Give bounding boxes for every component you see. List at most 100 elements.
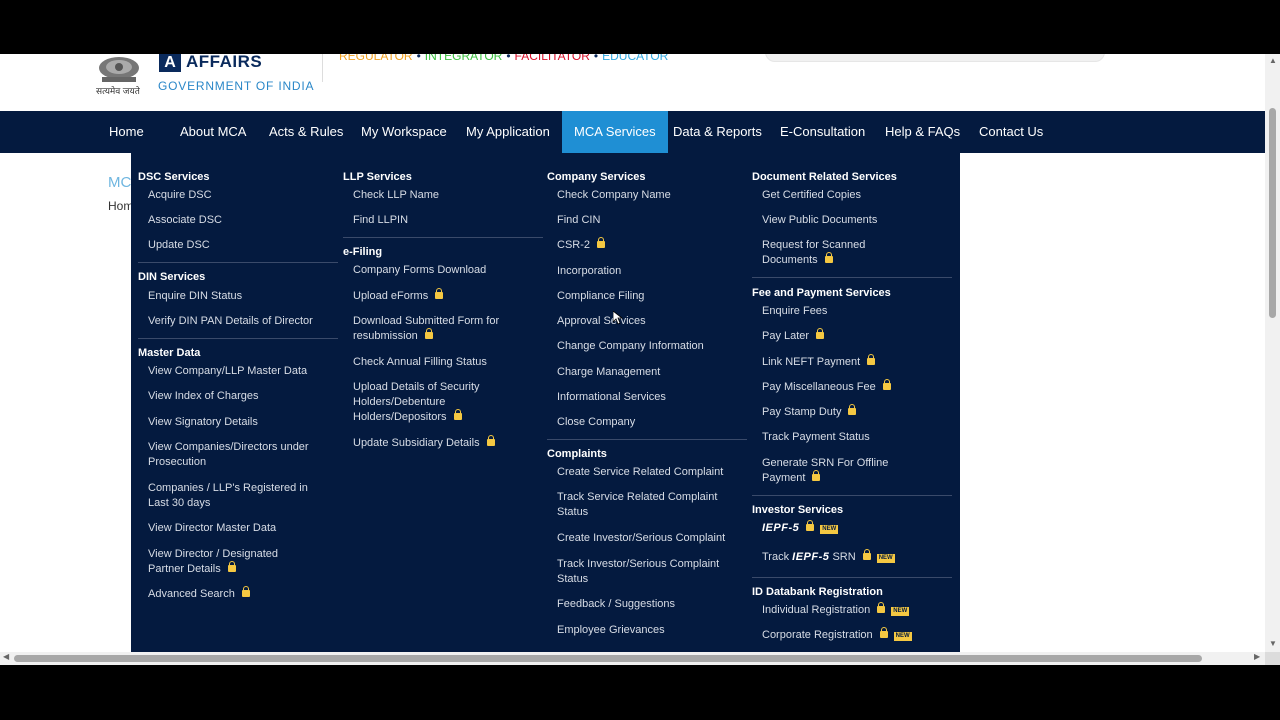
menu-check-llp-name[interactable]: Check LLP Name — [353, 188, 439, 203]
menu-track-investor-complaint[interactable]: Track Investor/Serious Complaint Status — [557, 557, 737, 587]
menu-update-subsidiary-details[interactable]: Update Subsidiary Details — [353, 435, 495, 451]
menu-track-service-complaint[interactable]: Track Service Related Complaint Status — [557, 490, 737, 520]
menu-label: Advanced Search — [148, 588, 235, 600]
complaints-title: Complaints — [547, 448, 607, 460]
scroll-up-arrow-icon[interactable]: ▲ — [1269, 56, 1277, 65]
nav-help-faqs[interactable]: Help & FAQs — [885, 111, 960, 153]
menu-upload-eforms[interactable]: Upload eForms — [353, 288, 444, 304]
din-services-title: DIN Services — [138, 271, 206, 283]
menu-find-cin[interactable]: Find CIN — [557, 213, 600, 228]
scroll-down-arrow-icon[interactable]: ▼ — [1269, 639, 1277, 648]
menu-pay-later[interactable]: Pay Later — [762, 328, 825, 344]
nav-contact-us[interactable]: Contact Us — [979, 111, 1043, 153]
menu-charge-management[interactable]: Charge Management — [557, 365, 660, 380]
lock-icon — [867, 354, 876, 365]
search-input[interactable] — [765, 54, 1105, 62]
vertical-scrollbar[interactable]: ▲ ▼ — [1265, 54, 1280, 652]
nav-acts-rules[interactable]: Acts & Rules — [269, 111, 343, 153]
menu-informational-services[interactable]: Informational Services — [557, 390, 666, 405]
menu-request-scanned-documents[interactable]: Request for Scanned Documents — [762, 238, 892, 268]
menu-enquire-din-status[interactable]: Enquire DIN Status — [148, 289, 242, 304]
nav-home[interactable]: Home — [109, 111, 144, 153]
menu-label: Pay Stamp Duty — [762, 406, 842, 418]
menu-label: Link NEFT Payment — [762, 356, 861, 368]
menu-link-neft-payment[interactable]: Link NEFT Payment — [762, 354, 876, 370]
divider — [547, 439, 747, 440]
menu-track-iepf-5-srn[interactable]: Track IEPF-5 SRN NEW — [762, 549, 895, 565]
lock-icon — [824, 252, 833, 263]
emblem-motto: सत्यमेव जयते — [96, 86, 140, 96]
menu-check-annual-filling-status[interactable]: Check Annual Filling Status — [353, 355, 487, 370]
mca-logo-letter[interactable]: A — [159, 54, 181, 72]
menu-compliance-filing[interactable]: Compliance Filing — [557, 289, 644, 304]
menu-close-company[interactable]: Close Company — [557, 415, 635, 430]
nav-e-consultation[interactable]: E-Consultation — [780, 111, 865, 153]
menu-upload-security-holders[interactable]: Upload Details of Security Holders/Deben… — [353, 380, 503, 425]
menu-update-dsc[interactable]: Update DSC — [148, 238, 210, 253]
menu-label: CSR-2 — [557, 239, 591, 251]
menu-csr-2[interactable]: CSR-2 — [557, 237, 606, 253]
mca-logo-text[interactable]: AFFAIRS — [186, 54, 262, 72]
menu-corporate-registration[interactable]: Corporate Registration NEW — [762, 627, 912, 643]
menu-view-director-master-data[interactable]: View Director Master Data — [148, 521, 276, 536]
horizontal-scrollbar[interactable]: ◀ ▶ — [0, 652, 1265, 665]
nav-my-application[interactable]: My Application — [466, 111, 550, 153]
menu-employee-grievances[interactable]: Employee Grievances — [557, 623, 665, 638]
menu-view-director-designated-partner[interactable]: View Director / Designated Partner Detai… — [148, 547, 298, 577]
lock-icon — [812, 470, 821, 481]
menu-view-public-documents[interactable]: View Public Documents — [762, 213, 877, 228]
menu-advanced-search[interactable]: Advanced Search — [148, 586, 250, 602]
menu-check-company-name[interactable]: Check Company Name — [557, 188, 671, 203]
menu-view-companies-directors-prosecution[interactable]: View Companies/Directors under Prosecuti… — [148, 440, 328, 470]
nav-data-reports[interactable]: Data & Reports — [673, 111, 762, 153]
menu-view-index-of-charges[interactable]: View Index of Charges — [148, 389, 258, 404]
tagline-sep: • — [416, 54, 421, 63]
government-of-india-text: GOVERNMENT OF INDIA — [158, 79, 315, 93]
lock-icon — [806, 520, 815, 531]
menu-incorporation[interactable]: Incorporation — [557, 264, 621, 279]
menu-create-service-complaint[interactable]: Create Service Related Complaint — [557, 465, 723, 480]
page-title-partial: MC — [108, 174, 132, 191]
menu-iepf-5[interactable]: IEPF-5 NEW — [762, 520, 839, 536]
menu-track-payment-status[interactable]: Track Payment Status — [762, 430, 870, 445]
menu-associate-dsc[interactable]: Associate DSC — [148, 213, 222, 228]
nav-about-mca[interactable]: About MCA — [180, 111, 246, 153]
divider — [138, 262, 338, 263]
menu-generate-srn-offline[interactable]: Generate SRN For Offline Payment — [762, 456, 912, 486]
nav-my-workspace[interactable]: My Workspace — [361, 111, 447, 153]
menu-approval-services[interactable]: Approval Services — [557, 314, 646, 329]
menu-download-submitted-form[interactable]: Download Submitted Form for resubmission — [353, 314, 523, 344]
new-badge: NEW — [891, 607, 910, 616]
menu-label: View Director / Designated Partner Detai… — [148, 548, 279, 575]
menu-create-investor-complaint[interactable]: Create Investor/Serious Complaint — [557, 531, 725, 546]
menu-label: Pay Later — [762, 330, 810, 342]
id-databank-title: ID Databank Registration — [752, 586, 883, 598]
menu-pay-miscellaneous-fee[interactable]: Pay Miscellaneous Fee — [762, 379, 891, 395]
menu-individual-registration[interactable]: Individual Registration NEW — [762, 602, 910, 618]
browser-viewport: सत्यमेव जयते A AFFAIRS GOVERNMENT OF IND… — [0, 54, 1265, 652]
scroll-left-arrow-icon[interactable]: ◀ — [3, 652, 9, 661]
menu-view-company-llp-master-data[interactable]: View Company/LLP Master Data — [148, 364, 307, 379]
scrollbar-thumb[interactable] — [1269, 108, 1276, 318]
menu-company-forms-download[interactable]: Company Forms Download — [353, 263, 486, 278]
menu-feedback-suggestions[interactable]: Feedback / Suggestions — [557, 597, 675, 612]
divider — [752, 495, 952, 496]
investor-services-title: Investor Services — [752, 504, 844, 516]
lock-icon — [597, 237, 606, 248]
menu-verify-din-pan[interactable]: Verify DIN PAN Details of Director — [148, 314, 313, 329]
menu-get-certified-copies[interactable]: Get Certified Copies — [762, 188, 861, 203]
scrollbar-thumb[interactable] — [14, 655, 1202, 662]
menu-view-signatory-details[interactable]: View Signatory Details — [148, 415, 258, 430]
menu-enquire-fees[interactable]: Enquire Fees — [762, 304, 827, 319]
new-badge: NEW — [876, 554, 895, 563]
nav-mca-services[interactable]: MCA Services — [562, 111, 668, 153]
menu-acquire-dsc[interactable]: Acquire DSC — [148, 188, 212, 203]
menu-label: Generate SRN For Offline Payment — [762, 457, 889, 484]
scroll-right-arrow-icon[interactable]: ▶ — [1254, 652, 1260, 661]
breadcrumb-partial[interactable]: Hom — [108, 199, 133, 213]
menu-companies-registered-last-30-days[interactable]: Companies / LLP's Registered in Last 30 … — [148, 481, 328, 511]
menu-pay-stamp-duty[interactable]: Pay Stamp Duty — [762, 404, 857, 420]
iepf-5-label: IEPF-5 — [762, 522, 800, 534]
menu-find-llpin[interactable]: Find LLPIN — [353, 213, 408, 228]
menu-change-company-information[interactable]: Change Company Information — [557, 339, 704, 354]
